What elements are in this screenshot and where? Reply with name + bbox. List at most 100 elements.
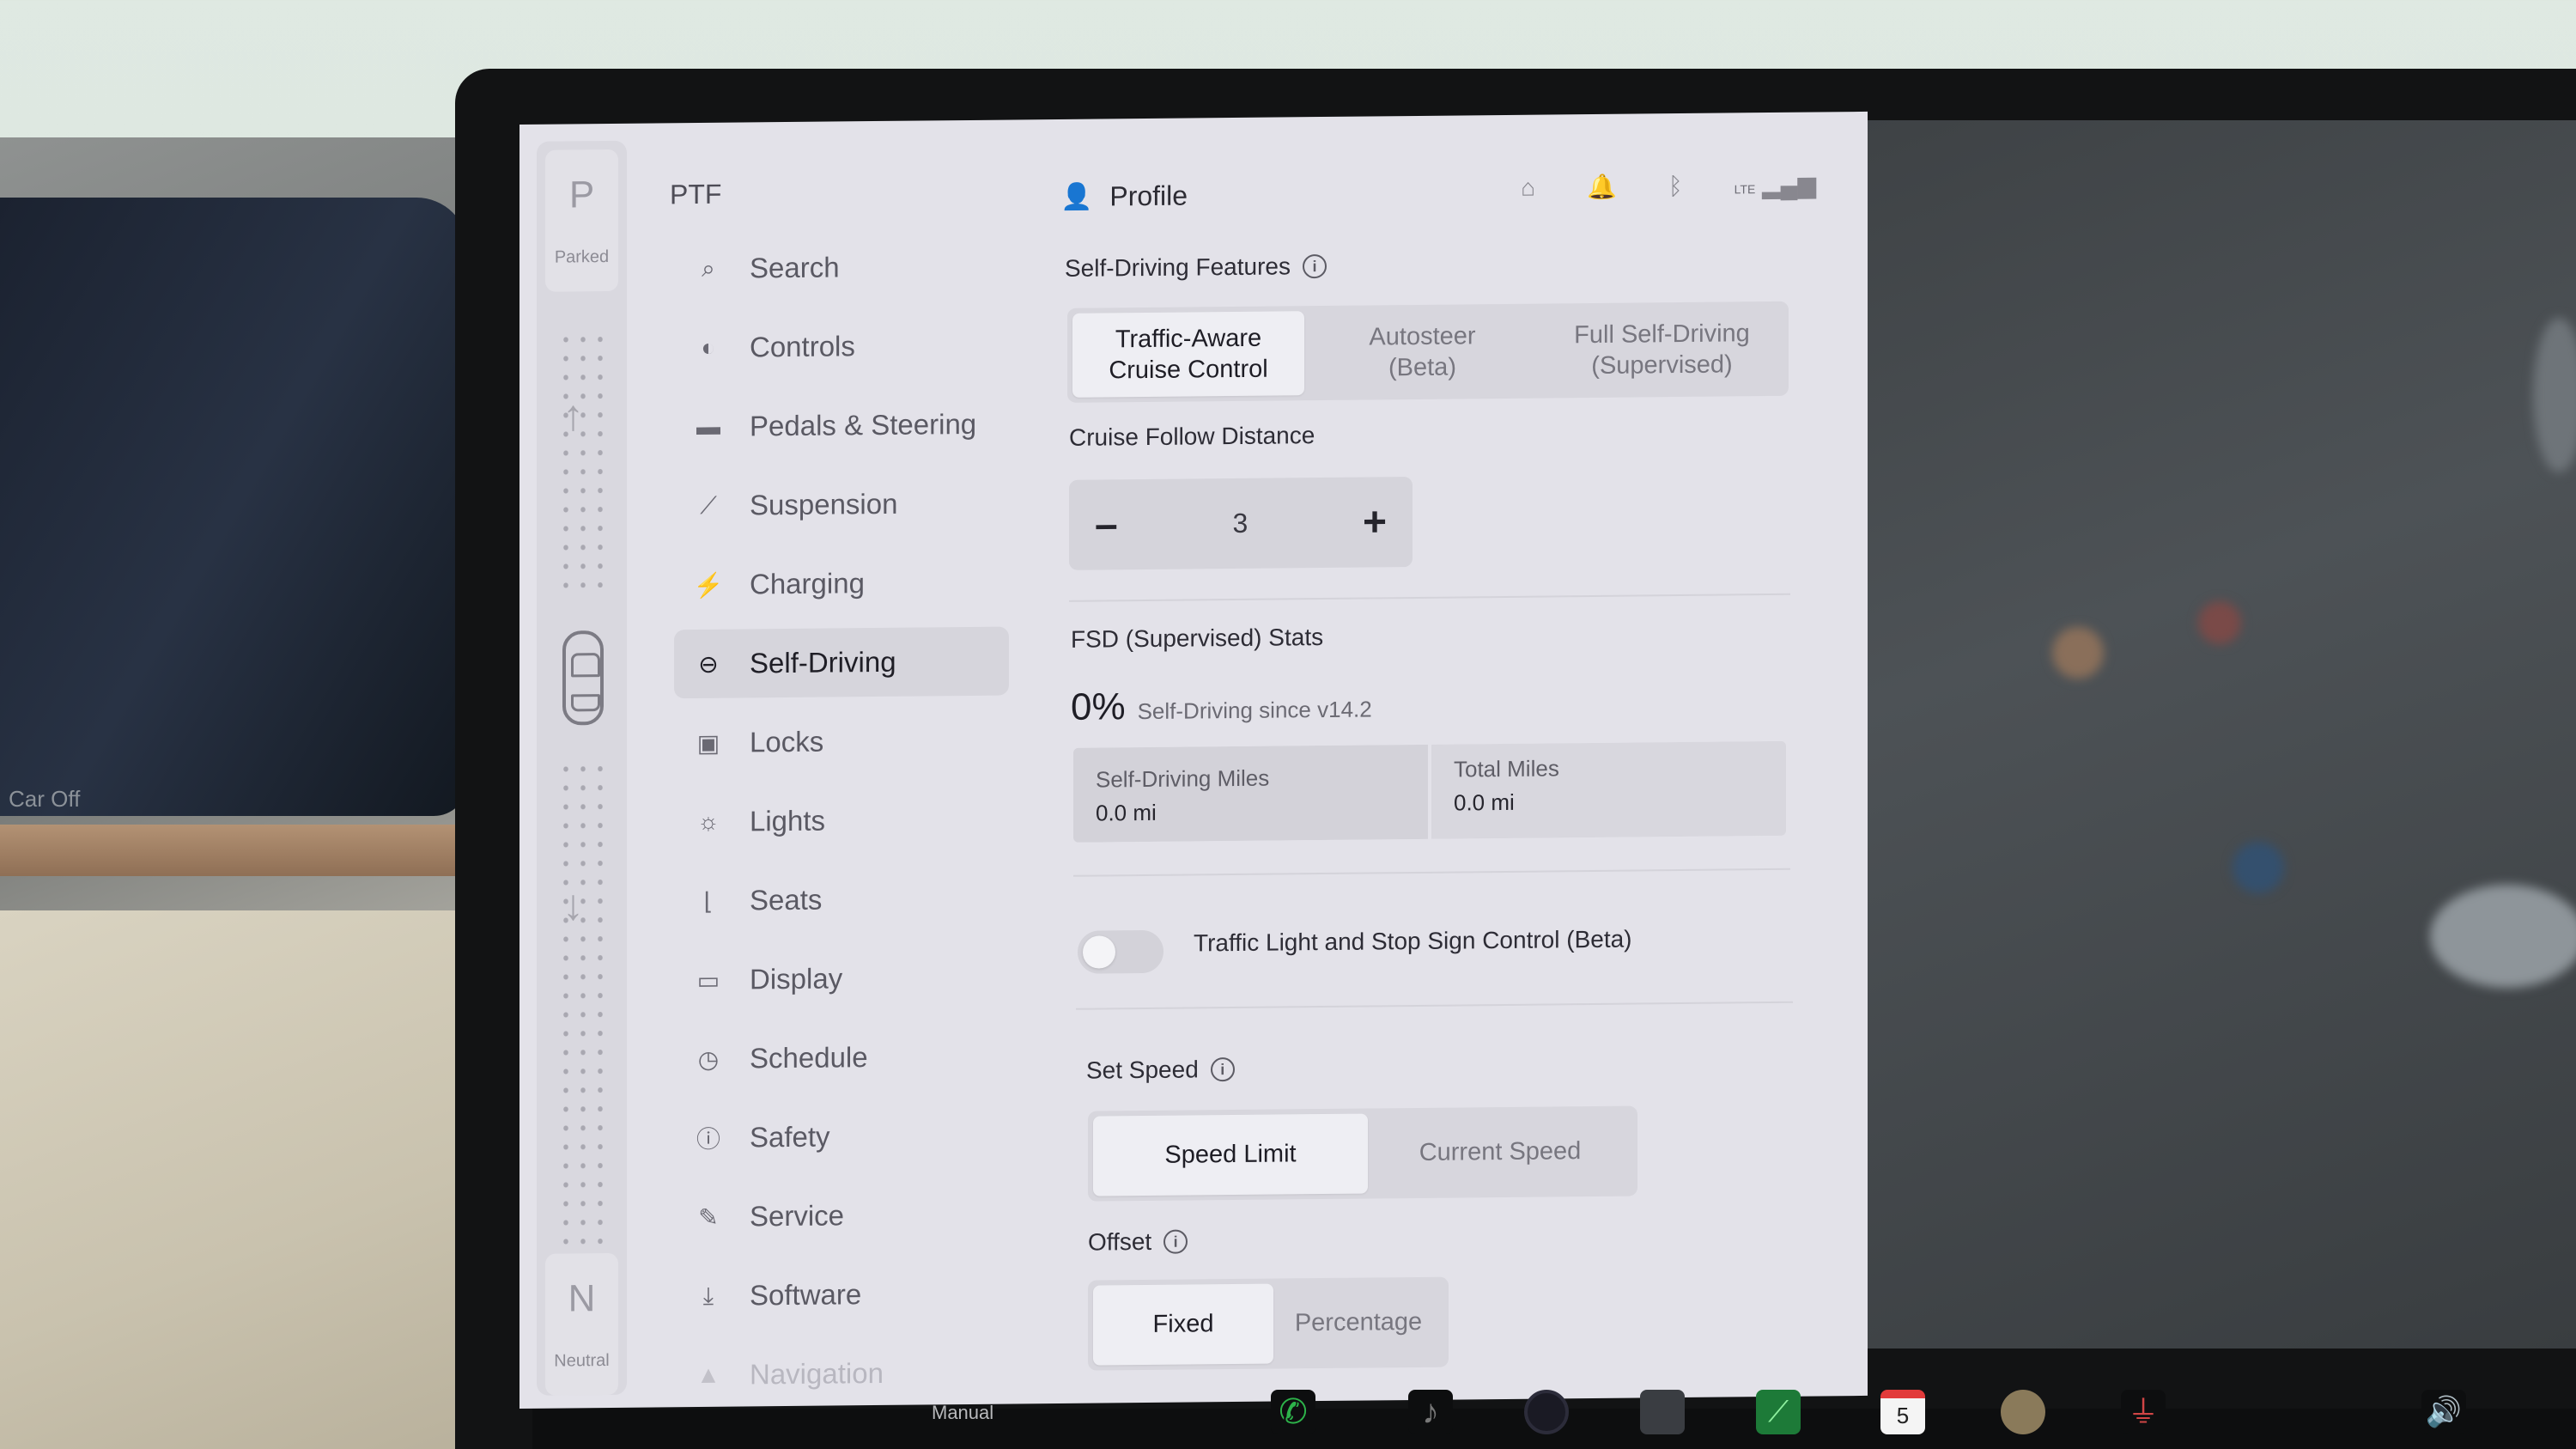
toggle-knob: [1083, 935, 1115, 969]
follow-distance-stepper[interactable]: – 3 +: [1069, 477, 1413, 570]
sidebar-item-label: Pedals & Steering: [750, 407, 977, 442]
sidebar-item-label: Self-Driving: [750, 645, 896, 679]
sidebar-item-search[interactable]: ⌕ Search: [674, 232, 1009, 304]
sidebar-item-charging[interactable]: ⚡ Charging: [674, 548, 1009, 620]
self-driving-feature-selector[interactable]: Traffic-Aware Cruise Control Autosteer (…: [1067, 301, 1789, 403]
fsd-stats-table: Self-Driving Miles 0.0 mi Total Miles 0.…: [1073, 740, 1786, 843]
bluetooth-icon[interactable]: ᛒ: [1668, 172, 1683, 199]
increase-button[interactable]: +: [1363, 498, 1387, 545]
sidebar-item-label: Controls: [750, 330, 855, 363]
sidebar-item-label: Software: [750, 1278, 862, 1312]
tool-icon: ✎: [698, 1203, 719, 1231]
wood-trim: [0, 825, 481, 876]
instrument-cluster: [0, 198, 468, 816]
self-driving-features-label: Self-Driving Features i: [1065, 253, 1327, 283]
sidebar-item-display[interactable]: ▭ Display: [674, 943, 1009, 1015]
sidebar-item-suspension[interactable]: ⟋ Suspension: [674, 469, 1009, 541]
offset-label: Offset i: [1088, 1228, 1188, 1257]
bolt-icon: ⚡: [693, 571, 724, 599]
sidebar-item-label: Navigation: [750, 1356, 884, 1391]
sidebar-item-schedule[interactable]: ◷ Schedule: [674, 1022, 1009, 1094]
camera-icon[interactable]: [1524, 1390, 1569, 1434]
calendar-icon[interactable]: 5: [1880, 1390, 1925, 1434]
sidebar-item-label: Search: [750, 251, 840, 284]
sidebar-item-label: Charging: [750, 567, 865, 600]
gear-label-park: Parked: [554, 247, 610, 267]
speed-limit-option[interactable]: Speed Limit: [1093, 1113, 1368, 1196]
music-icon[interactable]: ♪: [1408, 1390, 1453, 1434]
section-title: Offset: [1088, 1227, 1152, 1256]
sidebar-item-label: Lights: [750, 804, 826, 837]
profile-button[interactable]: Profile: [1109, 180, 1188, 212]
total-miles-label: Total Miles: [1454, 755, 1559, 782]
status-icons: ⌂ 🔔 ᛒ LTE ▂▄▆: [1521, 171, 1816, 202]
sidebar-item-locks[interactable]: ▣ Locks: [674, 706, 1009, 778]
phone-icon[interactable]: ✆: [1271, 1390, 1315, 1434]
gear-selector[interactable]: P Parked ↑ ↓ N Neutral: [537, 140, 627, 1396]
sidebar-item-seats[interactable]: ⌊ Seats: [674, 864, 1009, 936]
joystick-icon[interactable]: ⏚: [2121, 1390, 2166, 1434]
info-icon[interactable]: i: [1302, 253, 1327, 279]
fixed-option[interactable]: Fixed: [1093, 1283, 1273, 1366]
sidebar-item-lights[interactable]: ☼ Lights: [674, 785, 1009, 857]
fsd-stats-summary: 0% Self-Driving since v14.2: [1071, 683, 1372, 728]
divider: [1069, 593, 1790, 602]
info-icon[interactable]: i: [1163, 1229, 1188, 1254]
sidebar-item-pedals-steering[interactable]: ▬ Pedals & Steering: [674, 390, 1009, 462]
games-icon[interactable]: [2001, 1390, 2045, 1434]
alert-icon: ⓘ: [696, 1125, 720, 1154]
search-icon: ⌕: [702, 254, 715, 282]
gear-neutral[interactable]: N Neutral: [545, 1252, 618, 1396]
top-bar: 👤 Profile ⌂ 🔔 ᛒ LTE ▂▄▆: [1060, 163, 1833, 222]
bell-icon[interactable]: 🔔: [1587, 173, 1617, 201]
gear-letter-neutral: N: [568, 1277, 596, 1320]
info-icon[interactable]: i: [1210, 1057, 1235, 1082]
tab-full-self-driving[interactable]: Full Self-Driving (Supervised): [1540, 307, 1783, 393]
sidebar-item-navigation[interactable]: ▲ Navigation: [674, 1338, 1009, 1409]
display-icon: ▭: [696, 966, 720, 994]
self-driving-miles-label: Self-Driving Miles: [1096, 764, 1270, 793]
sidebar-item-label: Seats: [750, 883, 823, 916]
lte-label: LTE: [1734, 182, 1756, 197]
current-speed-option[interactable]: Current Speed: [1368, 1111, 1632, 1194]
tab-traffic-aware-cruise-control[interactable]: Traffic-Aware Cruise Control: [1072, 311, 1304, 398]
toybox-icon[interactable]: [1640, 1390, 1685, 1434]
volume-icon[interactable]: 🔊: [2421, 1390, 2466, 1434]
profile-icon[interactable]: 👤: [1060, 181, 1092, 211]
tab-autosteer-beta[interactable]: Autosteer (Beta): [1304, 309, 1540, 396]
calendar-day: 5: [1896, 1403, 1910, 1428]
sidebar-item-software[interactable]: ⤓ Software: [674, 1259, 1009, 1331]
gear-park[interactable]: P Parked: [545, 149, 618, 292]
sidebar-item-label: Suspension: [750, 487, 898, 521]
divider: [1076, 1001, 1793, 1010]
set-speed-selector[interactable]: Speed Limit Current Speed: [1088, 1105, 1637, 1202]
section-title: Set Speed: [1086, 1056, 1199, 1084]
toggle-icon: ◐: [701, 333, 716, 361]
screen-glare-area: [1829, 120, 2576, 1349]
sidebar-item-label: Locks: [750, 725, 824, 758]
traffic-light-toggle[interactable]: [1078, 929, 1163, 974]
sun-icon: ☼: [697, 807, 720, 836]
arrow-down-icon: ↓: [562, 880, 584, 929]
gear-drag-track-down: [557, 759, 609, 1258]
sidebar-item-label: Display: [750, 962, 843, 995]
arrow-up-icon: ↑: [562, 391, 584, 440]
dashboard-lower-panel: [0, 910, 481, 1449]
sidebar-item-service[interactable]: ✎ Service: [674, 1180, 1009, 1252]
gear-label-neutral: Neutral: [554, 1350, 610, 1371]
home-icon[interactable]: ⌂: [1521, 174, 1535, 201]
steering-wheel-icon: ⊖: [698, 650, 719, 678]
energy-chart-icon[interactable]: ⟋: [1756, 1390, 1801, 1434]
percentage-option[interactable]: Percentage: [1273, 1282, 1443, 1364]
offset-selector[interactable]: Fixed Percentage: [1088, 1276, 1449, 1371]
decrease-button[interactable]: –: [1095, 501, 1118, 548]
sidebar-item-controls[interactable]: ◐ Controls: [674, 311, 1009, 383]
divider: [1073, 868, 1790, 877]
total-miles-value: 0.0 mi: [1454, 788, 1515, 816]
sidebar-item-label: Schedule: [750, 1041, 868, 1075]
sidebar-item-self-driving[interactable]: ⊖ Self-Driving: [674, 626, 1009, 699]
sidebar-item-safety[interactable]: ⓘ Safety: [674, 1101, 1009, 1173]
seat-icon: ⌊: [703, 887, 714, 915]
clock-icon: ◷: [697, 1045, 720, 1073]
download-icon: ⤓: [702, 1282, 714, 1309]
